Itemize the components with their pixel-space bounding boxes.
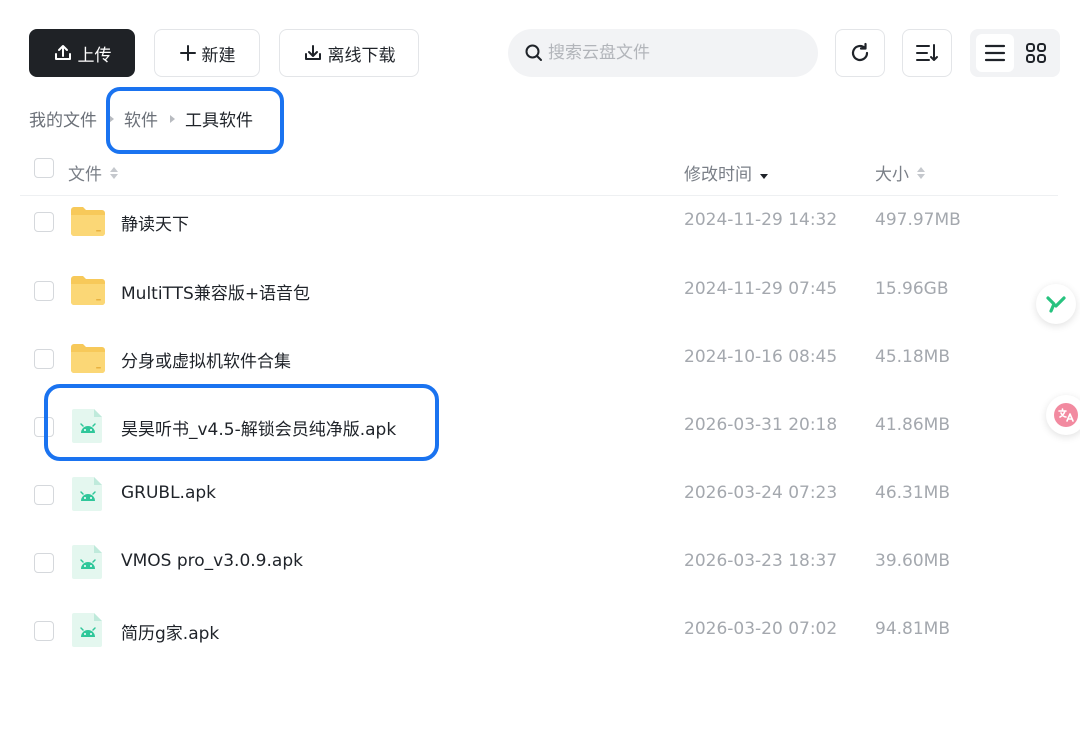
search-icon [525,44,542,61]
search-input[interactable] [548,43,788,63]
download-icon [304,45,321,60]
row-checkbox[interactable] [34,212,54,232]
column-size-label: 大小 [875,165,909,185]
file-name[interactable]: 静读天下 [121,210,189,235]
file-size: 46.31MB [875,483,950,503]
sort-icon [916,44,938,61]
refresh-button[interactable] [835,29,885,77]
folder-icon [69,202,107,240]
sort-button[interactable] [902,29,952,77]
column-name-label: 文件 [68,165,102,185]
column-time-label: 修改时间 [684,165,752,185]
file-size: 15.96GB [875,279,949,299]
offline-download-label: 离线下载 [327,45,396,66]
table-row[interactable]: MultiTTS兼容版+语音包 2024-11-29 07:45 15.96GB [20,257,1058,325]
view-toggle [970,29,1060,77]
table-row[interactable]: 静读天下 2024-11-29 14:32 497.97MB [20,188,1058,256]
apk-file-icon [69,543,107,581]
row-checkbox[interactable] [34,553,54,573]
new-button[interactable]: 新建 [154,29,260,77]
modified-time: 2026-03-23 18:37 [684,551,838,571]
breadcrumb-software[interactable]: 软件 [124,106,158,131]
modified-time: 2026-03-31 20:18 [684,415,838,435]
file-name[interactable]: 简历g家.apk [121,619,219,644]
chevron-right-icon [109,114,114,123]
grid-icon [1025,43,1046,63]
column-name-header[interactable]: 文件 [68,160,118,185]
select-all-checkbox[interactable] [34,158,54,178]
search-box[interactable] [508,29,818,77]
assistant-float-button[interactable] [1036,284,1076,324]
refresh-icon [851,42,869,62]
list-view-button[interactable] [975,34,1014,72]
apk-file-icon [69,407,107,445]
file-size: 497.97MB [875,210,961,230]
modified-time: 2026-03-24 07:23 [684,483,838,503]
table-row[interactable]: VMOS pro_v3.0.9.apk 2026-03-23 18:37 39.… [20,529,1058,597]
folder-icon [69,271,107,309]
file-name[interactable]: MultiTTS兼容版+语音包 [121,279,310,304]
modified-time: 2024-11-29 14:32 [684,210,838,230]
row-checkbox[interactable] [34,281,54,301]
sort-icon [110,166,118,179]
column-size-header[interactable]: 大小 [875,160,925,185]
sort-desc-icon [760,167,768,179]
modified-time: 2024-10-16 08:45 [684,347,838,367]
upload-button[interactable]: 上传 [29,29,135,77]
folder-icon [69,339,107,377]
breadcrumb-tool-software: 工具软件 [185,111,253,131]
sort-icon [917,166,925,179]
upload-icon [54,45,71,60]
offline-download-button[interactable]: 离线下载 [279,29,419,77]
grid-view-button[interactable] [1017,34,1055,72]
row-checkbox[interactable] [34,349,54,369]
new-label: 新建 [201,45,236,66]
list-icon [984,44,1005,62]
file-name[interactable]: 分身或虚拟机软件合集 [121,347,291,372]
modified-time: 2024-11-29 07:45 [684,279,838,299]
file-size: 41.86MB [875,415,950,435]
upload-label: 上传 [77,45,112,66]
row-checkbox[interactable] [34,417,54,437]
assistant-logo-icon [1046,296,1066,313]
row-checkbox[interactable] [34,485,54,505]
file-name[interactable]: VMOS pro_v3.0.9.apk [121,551,303,571]
row-checkbox[interactable] [34,621,54,641]
translate-float-button[interactable] [1046,395,1080,435]
column-time-header[interactable]: 修改时间 [684,160,768,185]
toolbar: 上传 新建 离线下载 [29,29,1060,78]
breadcrumb-my-files[interactable]: 我的文件 [29,106,97,131]
breadcrumb: 我的文件 软件 工具软件 [29,106,253,131]
translate-icon [1054,403,1078,427]
file-size: 39.60MB [875,551,950,571]
file-name[interactable]: GRUBL.apk [121,483,216,503]
table-row[interactable]: 分身或虚拟机软件合集 2024-10-16 08:45 45.18MB [20,325,1058,393]
apk-file-icon [69,611,107,649]
file-name[interactable]: 昊昊听书_v4.5-解锁会员纯净版.apk [121,415,396,440]
file-size: 45.18MB [875,347,950,367]
table-row[interactable]: 昊昊听书_v4.5-解锁会员纯净版.apk 2026-03-31 20:18 4… [20,393,1058,461]
table-row[interactable]: 简历g家.apk 2026-03-20 07:02 94.81MB [20,597,1058,665]
chevron-right-icon [170,114,175,123]
modified-time: 2026-03-20 07:02 [684,619,838,639]
apk-file-icon [69,475,107,513]
plus-icon [179,45,196,61]
table-row[interactable]: GRUBL.apk 2026-03-24 07:23 46.31MB [20,461,1058,529]
file-size: 94.81MB [875,619,950,639]
